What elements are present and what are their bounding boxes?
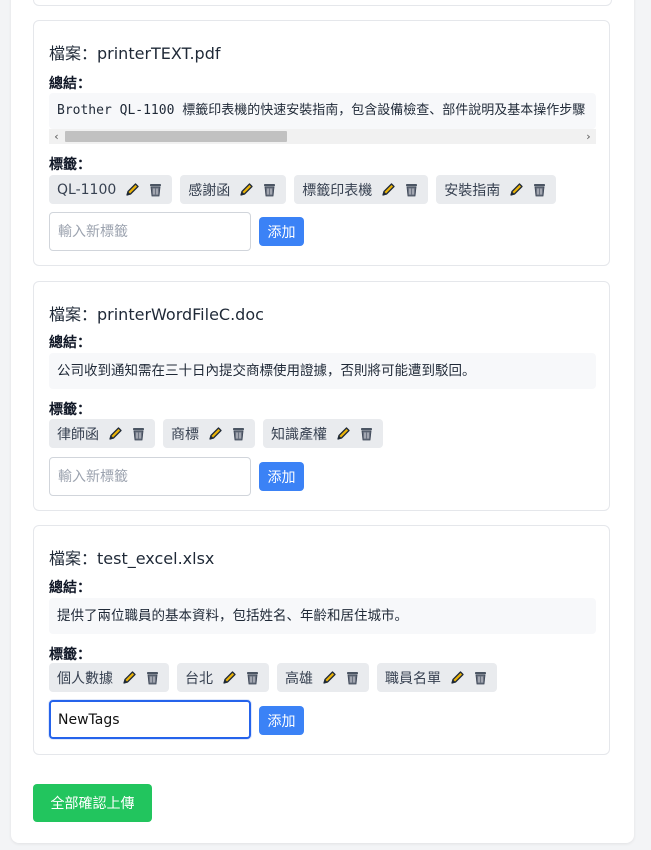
scroll-left-icon[interactable]: ‹ [49,129,64,144]
tag-chip: 律師函 [49,419,155,448]
tag-text: 感謝函 [188,182,231,199]
pencil-icon[interactable] [238,181,255,198]
trash-icon[interactable] [147,181,164,198]
pencil-icon[interactable] [380,181,397,198]
new-tag-input[interactable] [49,212,251,251]
summary-text: 公司收到通知需在三十日內提交商標使用證據，否則將可能遭到駁回。 [49,353,596,389]
pencil-icon[interactable] [207,425,224,442]
pencil-icon[interactable] [508,181,525,198]
file-name: 檔案：printerWordFileC.doc [49,305,264,324]
new-tag-input[interactable] [49,700,251,739]
horizontal-scrollbar[interactable]: ‹ › [49,129,596,144]
pencil-icon[interactable] [335,425,352,442]
tag-text: 商標 [171,426,199,443]
file-name: 檔案：printerTEXT.pdf [49,44,221,63]
trash-icon[interactable] [244,669,261,686]
tag-text: 高雄 [285,670,313,687]
tags-label: 標籤： [49,402,91,418]
file-name: 檔案：test_excel.xlsx [49,549,215,568]
tags-label: 標籤： [49,647,91,663]
trash-icon[interactable] [358,425,375,442]
pencil-icon[interactable] [321,669,338,686]
trash-icon[interactable] [344,669,361,686]
pencil-icon[interactable] [124,181,141,198]
tag-chip: 感謝函 [180,175,287,204]
new-tag-input[interactable] [49,457,251,496]
trash-icon[interactable] [531,181,548,198]
tag-chip: 個人數據 [49,663,169,692]
trash-icon[interactable] [144,669,161,686]
tag-list: 個人數據 台北 高雄 職員名單 [49,663,497,692]
pencil-icon[interactable] [449,669,466,686]
tag-chip: 安裝指南 [436,175,557,204]
trash-icon[interactable] [403,181,420,198]
previous-file-card [33,0,612,6]
trash-icon[interactable] [472,669,489,686]
pencil-icon[interactable] [107,425,124,442]
file-card: 檔案：printerWordFileC.doc 總結： 公司收到通知需在三十日內… [33,281,610,511]
summary-text: Brother QL-1100 標籤印表機的快速安裝指南，包含設備檢查、部件說明… [49,93,596,129]
tag-text: 個人數據 [57,670,113,687]
tag-text: 標籤印表機 [302,182,373,199]
tag-chip: 知識產權 [263,419,383,448]
tag-text: 安裝指南 [444,182,501,199]
summary-label: 總結： [49,580,91,596]
add-tag-button[interactable]: 添加 [259,462,304,491]
tag-text: 律師函 [57,426,99,443]
scroll-thumb[interactable] [65,131,287,142]
add-tag-button[interactable]: 添加 [259,217,304,246]
trash-icon[interactable] [230,425,247,442]
add-tag-button[interactable]: 添加 [259,706,304,735]
tag-list: 律師函 商標 知識產權 [49,419,383,448]
tag-chip: QL-1100 [49,175,173,204]
trash-icon[interactable] [261,181,278,198]
trash-icon[interactable] [130,425,147,442]
tag-list: QL-1100 感謝函 標籤印表機 安裝指南 [49,175,557,204]
file-card: 檔案：printerTEXT.pdf 總結： Brother QL-1100 標… [33,20,610,266]
tag-text: 職員名單 [385,670,441,687]
tag-text: 台北 [185,670,213,687]
tag-text: QL-1100 [57,181,117,198]
summary-label: 總結： [49,76,91,92]
scroll-right-icon[interactable]: › [581,129,596,144]
pencil-icon[interactable] [121,669,138,686]
pencil-icon[interactable] [221,669,238,686]
summary-text: 提供了兩位職員的基本資料，包括姓名、年齡和居住城市。 [49,598,596,634]
tag-text: 知識產權 [271,426,327,443]
confirm-all-upload-button[interactable]: 全部確認上傳 [33,784,152,822]
file-card: 檔案：test_excel.xlsx 總結： 提供了兩位職員的基本資料，包括姓名… [33,525,610,755]
summary-label: 總結： [49,335,91,351]
tag-chip: 職員名單 [377,663,497,692]
tag-chip: 高雄 [277,663,369,692]
tags-label: 標籤： [49,157,91,173]
tag-chip: 標籤印表機 [294,175,429,204]
tag-chip: 台北 [177,663,269,692]
tag-chip: 商標 [163,419,255,448]
